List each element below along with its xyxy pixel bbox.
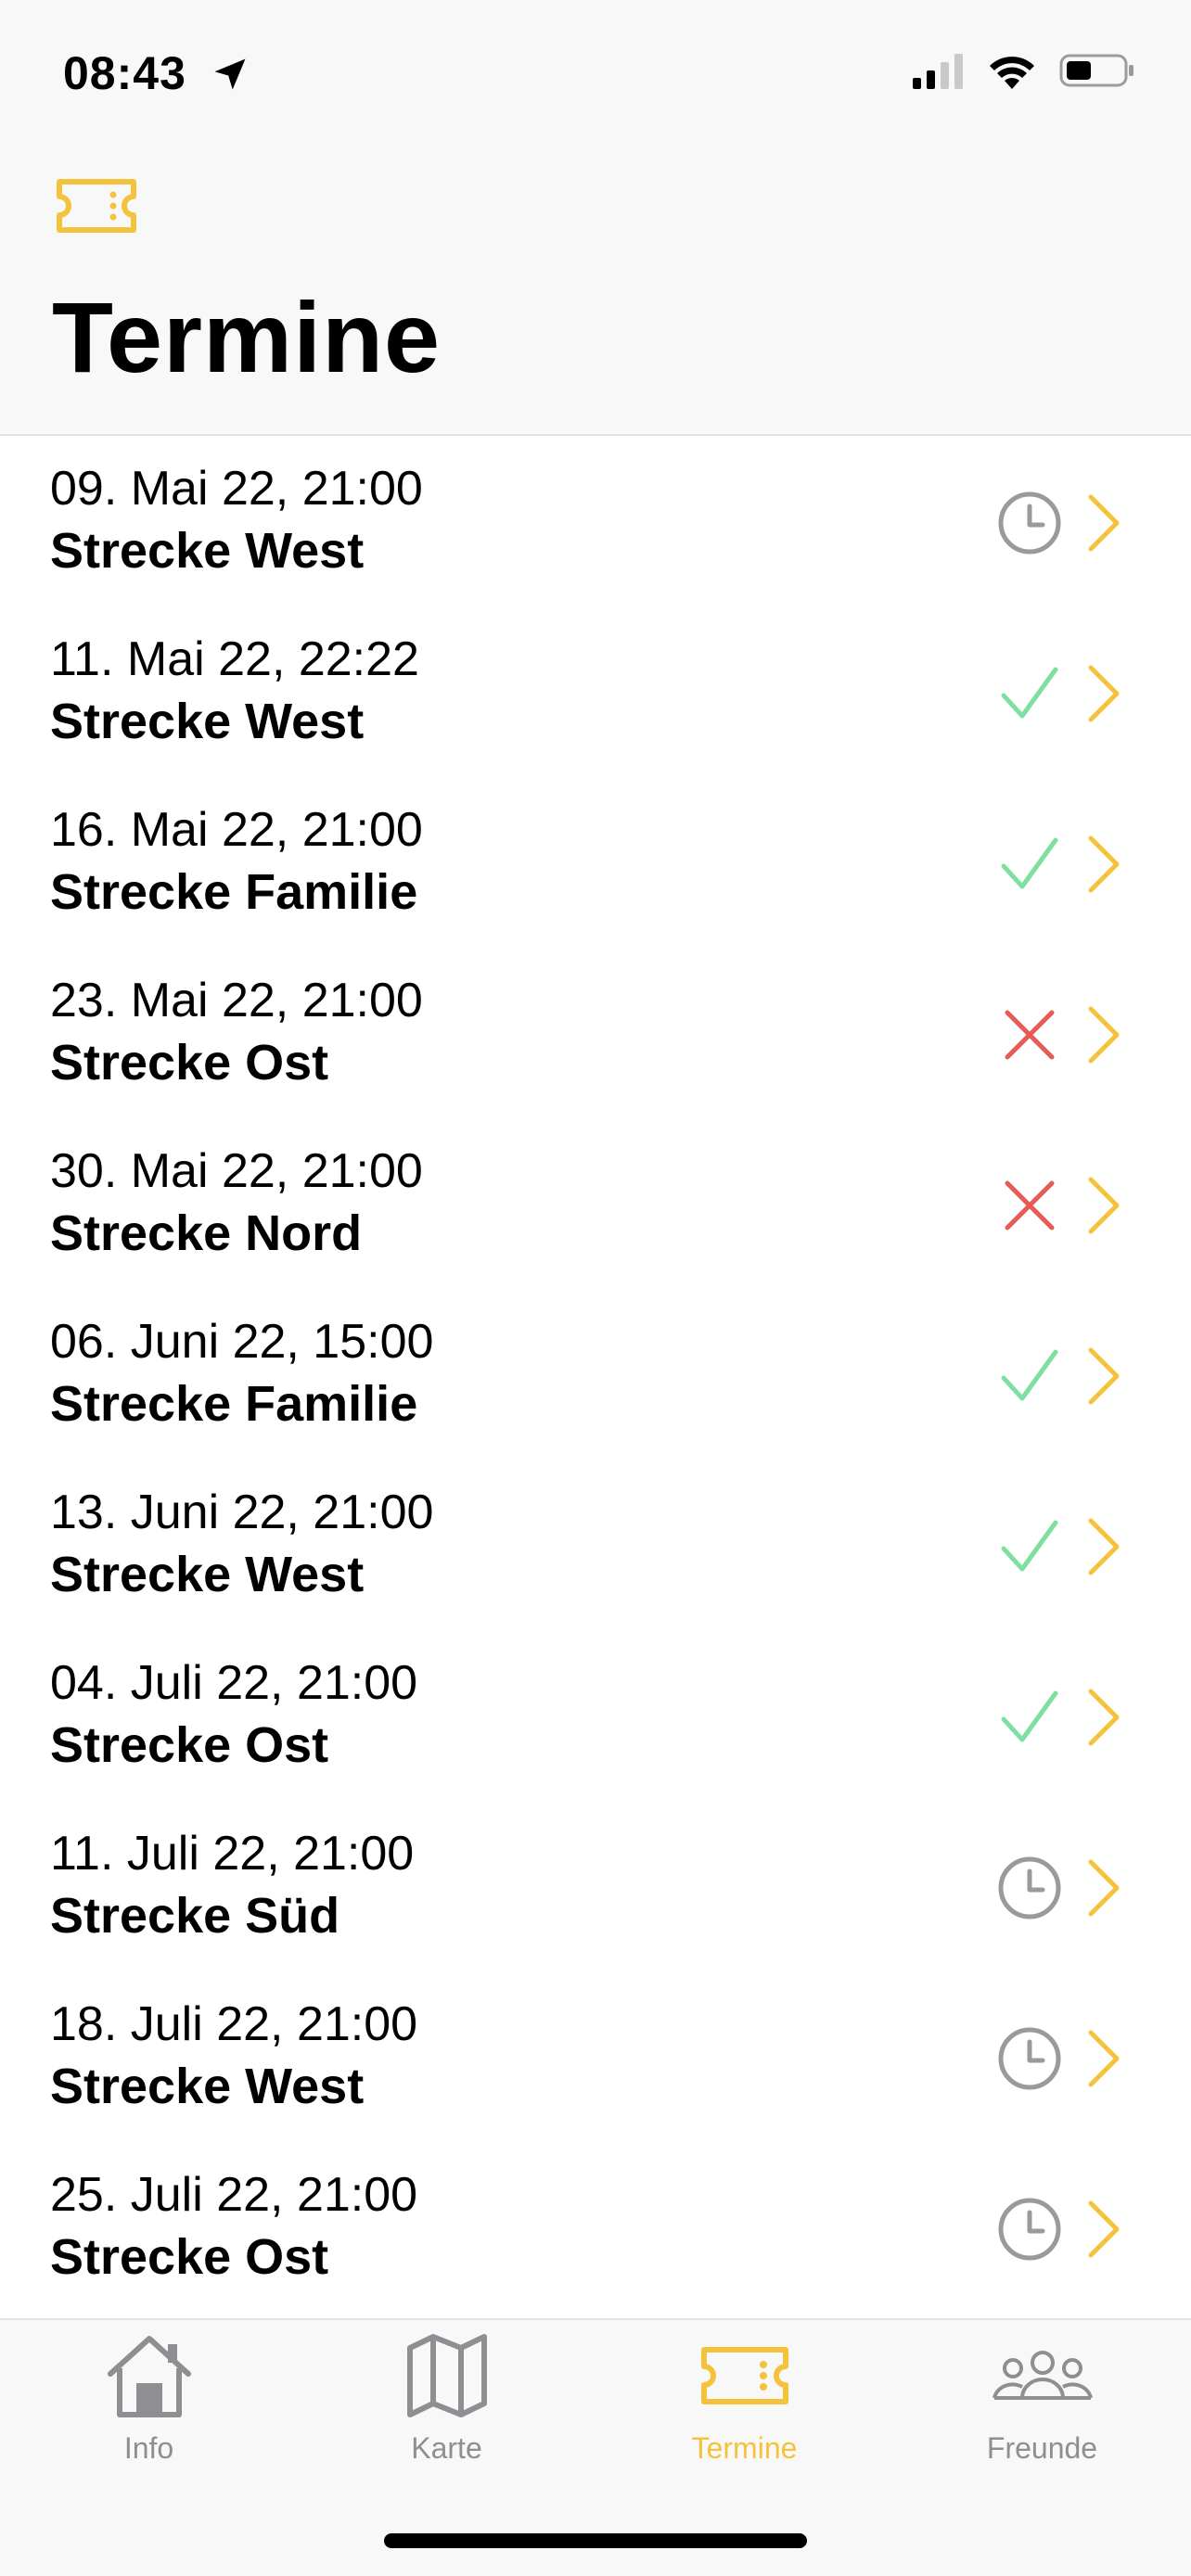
- appointment-row[interactable]: 18. Juli 22, 21:00 Strecke West: [0, 1971, 1191, 2142]
- appointment-row[interactable]: 16. Mai 22, 21:00 Strecke Familie: [0, 777, 1191, 948]
- appointment-date: 06. Juni 22, 15:00: [50, 1315, 434, 1369]
- ticket-icon: [57, 179, 136, 233]
- clock-icon: [998, 2027, 1061, 2090]
- checkmark-icon: [1001, 1690, 1058, 1742]
- chevron-right-icon: [1088, 2030, 1120, 2087]
- status-indicators: [913, 52, 1135, 89]
- chevron-right-icon: [1088, 1347, 1120, 1405]
- wifi-icon: [990, 57, 1034, 89]
- chevron-right-icon: [1088, 1518, 1120, 1575]
- appointment-row[interactable]: 13. Juni 22, 21:00 Strecke West: [0, 1460, 1191, 1630]
- checkmark-icon: [1001, 837, 1058, 889]
- chevron-right-icon: [1088, 494, 1120, 552]
- appointment-row[interactable]: 06. Juni 22, 15:00 Strecke Familie: [0, 1289, 1191, 1460]
- appointment-route: Strecke West: [50, 2059, 365, 2114]
- clock-icon: [998, 2198, 1061, 2261]
- tab-karte[interactable]: Karte: [298, 2329, 596, 2496]
- chevron-right-icon: [1088, 1006, 1120, 1064]
- appointment-date: 23. Mai 22, 21:00: [50, 974, 423, 1027]
- appointment-row[interactable]: 25. Juli 22, 21:00 Strecke Ost: [0, 2142, 1191, 2313]
- tab-label: Termine: [691, 2431, 798, 2465]
- map-icon: [406, 2334, 487, 2417]
- home-indicator: [384, 2533, 807, 2548]
- tab-label: Info: [123, 2431, 174, 2465]
- appointment-date: 25. Juli 22, 21:00: [50, 2168, 418, 2222]
- checkmark-icon: [1001, 1349, 1058, 1401]
- appointment-route: Strecke Ost: [50, 1035, 329, 1090]
- tab-info[interactable]: Info: [0, 2329, 298, 2496]
- appointment-route: Strecke West: [50, 523, 365, 579]
- appointment-row[interactable]: 09. Mai 22, 21:00 Strecke West: [0, 436, 1191, 606]
- tab-freunde[interactable]: Freunde: [893, 2329, 1191, 2496]
- appointment-date: 13. Juni 22, 21:00: [50, 1486, 434, 1539]
- appointment-route: Strecke West: [50, 694, 365, 749]
- appointment-list: 09. Mai 22, 21:00 Strecke West 11. Mai 22,…: [0, 436, 1191, 2313]
- appointment-row[interactable]: 30. Mai 22, 21:00 Strecke Nord: [0, 1118, 1191, 1289]
- appointment-row[interactable]: 11. Mai 22, 22:22 Strecke West: [0, 606, 1191, 777]
- cellular-signal-icon: [913, 54, 963, 89]
- chevron-right-icon: [1088, 1177, 1120, 1234]
- appointment-route: Strecke West: [50, 1547, 365, 1602]
- appointment-date: 11. Juli 22, 21:00: [50, 1827, 415, 1881]
- location-arrow-icon: [214, 58, 246, 90]
- appointment-route: Strecke Familie: [50, 864, 418, 920]
- house-icon: [107, 2336, 191, 2417]
- chevron-right-icon: [1088, 1859, 1120, 1917]
- chevron-right-icon: [1088, 1689, 1120, 1746]
- appointment-route: Strecke Nord: [50, 1205, 363, 1261]
- chevron-right-icon: [1088, 835, 1120, 893]
- status-time: 08:43: [63, 47, 186, 99]
- chevron-right-icon: [1088, 665, 1120, 722]
- ticket-icon: [700, 2347, 788, 2404]
- cross-icon: [1005, 1010, 1055, 1060]
- appointment-row[interactable]: 23. Mai 22, 21:00 Strecke Ost: [0, 948, 1191, 1118]
- checkmark-icon: [1001, 667, 1058, 719]
- appointment-route: Strecke Süd: [50, 1888, 340, 1944]
- chevron-right-icon: [1088, 2200, 1120, 2258]
- clock-icon: [998, 491, 1061, 555]
- checkmark-icon: [1001, 1520, 1058, 1572]
- appointment-route: Strecke Ost: [50, 2229, 329, 2285]
- tab-label: Freunde: [986, 2431, 1098, 2465]
- appointment-date: 11. Mai 22, 22:22: [50, 632, 419, 686]
- cross-icon: [1005, 1180, 1055, 1231]
- appointment-date: 09. Mai 22, 21:00: [50, 462, 423, 516]
- page-title: Termine: [52, 281, 442, 393]
- header-area: 08:43 Termine: [0, 0, 1191, 436]
- friends-icon: [992, 2351, 1093, 2400]
- appointment-date: 18. Juli 22, 21:00: [50, 1997, 418, 2051]
- battery-icon: [1059, 54, 1133, 87]
- appointment-row[interactable]: 11. Juli 22, 21:00 Strecke Süd: [0, 1801, 1191, 1971]
- appointment-route: Strecke Familie: [50, 1376, 418, 1432]
- appointment-route: Strecke Ost: [50, 1717, 329, 1773]
- clock-icon: [998, 1856, 1061, 1919]
- appointment-date: 16. Mai 22, 21:00: [50, 803, 423, 857]
- appointment-date: 30. Mai 22, 21:00: [50, 1144, 423, 1198]
- appointment-date: 04. Juli 22, 21:00: [50, 1656, 418, 1710]
- appointment-row[interactable]: 04. Juli 22, 21:00 Strecke Ost: [0, 1630, 1191, 1801]
- tab-termine[interactable]: Termine: [596, 2329, 893, 2496]
- tab-label: Karte: [411, 2431, 482, 2465]
